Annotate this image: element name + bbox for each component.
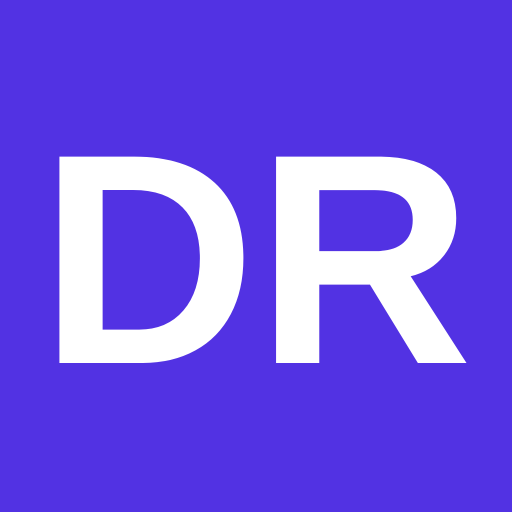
monogram-text: DR <box>39 91 473 427</box>
app-icon-tile: DR <box>0 0 512 512</box>
